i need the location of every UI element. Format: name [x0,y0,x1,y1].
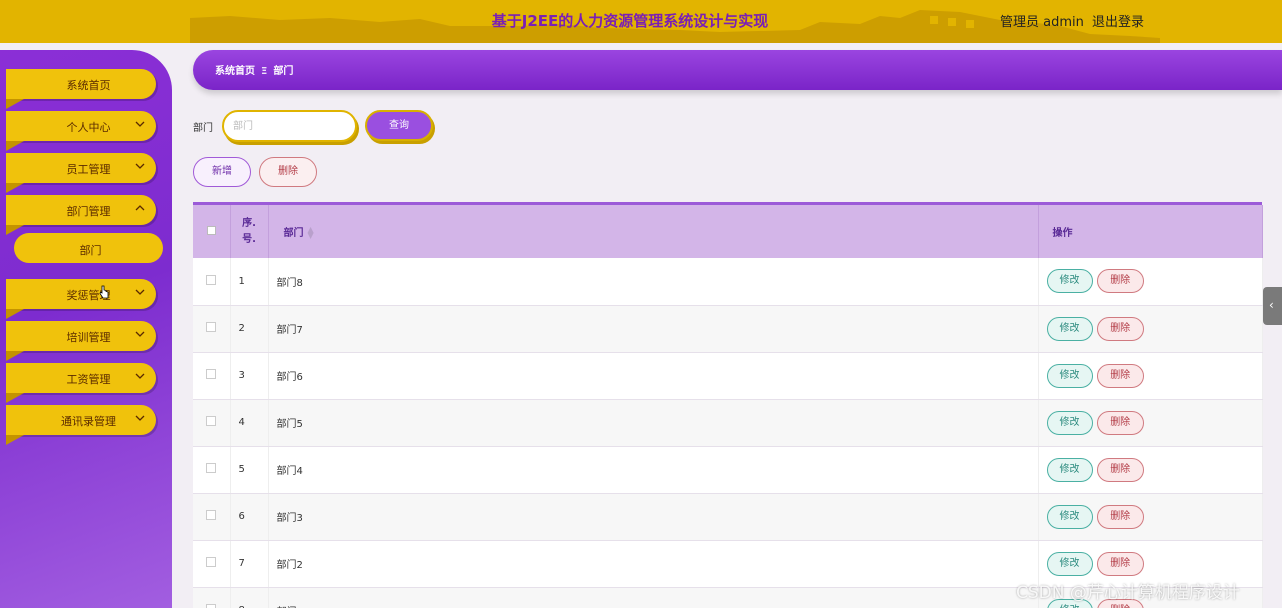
row-checkbox[interactable] [206,557,217,567]
department-header[interactable]: 部门 ▲ ▼ [268,205,1039,258]
delete-button[interactable]: 删除 [1096,457,1144,482]
edit-button[interactable]: 修改 [1046,269,1093,294]
department-table: 序. 号. 部门 ▲ ▼ 操作 1 部门8 修改 删除 2 部门7 修改 删除 3 部… [193,202,1263,608]
row-department: 部门8 [268,258,1039,306]
hand-cursor-icon [99,285,109,299]
row-department: 部门5 [268,399,1039,447]
sidebar-item-contacts[interactable]: 通讯录管理 [6,405,156,445]
select-all-cell [193,205,231,258]
table-row: 6 部门3 修改 删除 [193,493,1263,541]
select-all-checkbox[interactable] [206,225,216,235]
breadcrumb-separator: Ξ [261,66,268,77]
operation-header: 操作 [1038,205,1263,258]
delete-button[interactable]: 删除 [1096,504,1144,529]
sidebar-item-salary[interactable]: 工资管理 [6,363,156,403]
row-department: 部门3 [268,493,1039,541]
table-row: 1 部门8 修改 删除 [193,258,1263,306]
sidebar-item-label: 系统首页 [66,79,111,92]
edit-button[interactable]: 修改 [1046,316,1093,341]
row-department: 部门1 [268,587,1039,608]
add-button[interactable]: 新增 [193,157,251,187]
sort-icon[interactable]: ▲ ▼ [308,226,314,240]
sidebar-item-departments[interactable]: 部门管理 [6,195,156,235]
delete-button[interactable]: 删除 [1096,410,1144,435]
delete-button[interactable]: 删除 [1096,551,1144,576]
edit-button[interactable]: 修改 [1046,457,1093,482]
sidebar-subitem-label: 部门 [79,244,102,257]
user-label: 管理员 admin [1000,15,1084,30]
delete-button[interactable]: 删除 [1096,316,1144,341]
row-checkbox[interactable] [206,274,217,285]
chevron-left-icon: ‹ [1269,298,1274,312]
edit-button[interactable]: 修改 [1046,504,1093,529]
index-header: 序. 号. [230,205,269,258]
row-index: 4 [230,399,269,447]
table-row: 5 部门4 修改 删除 [193,446,1263,494]
query-button[interactable]: 查询 [365,110,433,141]
table-row: 4 部门5 修改 删除 [193,399,1263,447]
sidebar-item-profile[interactable]: 个人中心 [6,111,156,151]
row-index: 7 [230,540,269,588]
delete-button[interactable]: 删除 [1096,269,1144,294]
row-index: 1 [230,258,269,306]
table-row: 2 部门7 修改 删除 [193,305,1263,353]
row-checkbox[interactable] [206,416,217,426]
chevron-up-icon [135,205,145,211]
sidebar-item-training[interactable]: 培训管理 [6,321,156,361]
edit-button[interactable]: 修改 [1046,410,1093,435]
breadcrumb: 系统首页 Ξ 部门 [193,50,1282,90]
sidebar-item-employees[interactable]: 员工管理 [6,153,156,193]
row-index: 2 [230,305,269,353]
chevron-down-icon [135,415,145,421]
delete-button[interactable]: 删除 [1096,363,1144,388]
department-search-input[interactable] [222,110,357,142]
breadcrumb-current: 部门 [273,66,294,77]
table-row: 3 部门6 修改 删除 [193,352,1263,400]
breadcrumb-home[interactable]: 系统首页 [215,66,255,77]
watermark: CSDN @芹心计算机程序设计 [1016,583,1240,603]
table-header-row: 序. 号. 部门 ▲ ▼ 操作 [193,205,1263,258]
top-header: 基于J2EE的人力资源管理系统设计与实现 管理员 admin 退出登录 [0,0,1282,43]
row-index: 8 [230,587,269,608]
row-department: 部门7 [268,305,1039,353]
row-checkbox[interactable] [206,510,217,520]
chevron-down-icon [135,289,145,295]
collapse-tab[interactable]: ‹ [1263,287,1282,325]
sidebar-item-home[interactable]: 系统首页 [6,69,156,109]
chevron-down-icon [135,373,145,379]
row-checkbox[interactable] [206,369,217,379]
search-label: 部门 [193,123,213,134]
logout-link[interactable]: 退出登录 [1092,15,1144,30]
chevron-down-icon [135,121,145,127]
row-checkbox[interactable] [206,322,217,332]
sidebar-item-rewards[interactable]: 奖惩管理 [6,279,156,319]
sidebar-subitem-department[interactable]: 部门 [14,233,163,263]
row-checkbox[interactable] [206,604,217,608]
row-checkbox[interactable] [206,463,217,473]
edit-button[interactable]: 修改 [1046,363,1093,388]
row-department: 部门2 [268,540,1039,588]
chevron-down-icon [135,331,145,337]
row-index: 3 [230,352,269,400]
row-department: 部门6 [268,352,1039,400]
chevron-down-icon [135,163,145,169]
row-department: 部门4 [268,446,1039,494]
user-area: 管理员 admin 退出登录 [1000,11,1148,30]
row-index: 5 [230,446,269,494]
edit-button[interactable]: 修改 [1046,551,1093,576]
batch-delete-button[interactable]: 删除 [259,157,317,187]
row-index: 6 [230,493,269,541]
